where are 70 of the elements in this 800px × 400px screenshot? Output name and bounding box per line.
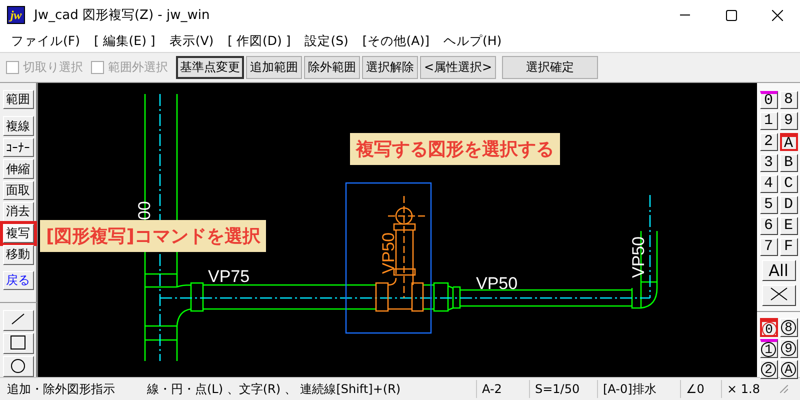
layer-button[interactable]: 8	[780, 91, 798, 109]
tool-button[interactable]: 戻る	[2, 270, 34, 290]
layer-button[interactable]: 6	[760, 217, 778, 235]
status-message: 追加・除外図形指示	[7, 380, 116, 398]
layer-button[interactable]: 4	[760, 175, 778, 193]
toolbar-button[interactable]: 除外範囲	[304, 56, 360, 79]
status-cell: × 1.8	[721, 380, 778, 398]
callout-label: [図形複写]コマンドを選択	[40, 220, 266, 252]
rectangle-icon	[9, 334, 27, 351]
layer-group-button[interactable]: 8	[780, 318, 798, 337]
tool-button[interactable]: 複線	[2, 116, 34, 136]
layer-button[interactable]: B	[780, 154, 798, 172]
menu-item[interactable]: ヘルプ(H)	[436, 32, 509, 50]
layer-button[interactable]: 1	[760, 112, 778, 130]
layer-button[interactable]: E	[780, 217, 798, 235]
pipe-label: 00	[135, 201, 154, 220]
circle-tool-button[interactable]	[2, 356, 34, 377]
layer-button[interactable]: C	[780, 175, 798, 193]
toolbar-button[interactable]: 選択確定	[502, 56, 598, 79]
maximize-icon	[726, 10, 736, 20]
layer-button[interactable]: 3	[760, 154, 778, 172]
menu-item[interactable]: ファイル(F)	[4, 32, 87, 50]
all-layers-button[interactable]: All	[762, 260, 796, 281]
layer-group-button[interactable]: A	[780, 360, 798, 379]
pipe-label: VP50	[476, 274, 518, 293]
layer-button[interactable]: 2	[760, 133, 778, 151]
layer-button[interactable]: 7	[760, 238, 778, 256]
clear-layers-button[interactable]	[762, 285, 796, 306]
layer-group-button[interactable]: 9	[780, 339, 798, 358]
layer-button[interactable]: 5	[760, 196, 778, 214]
pipe-label: VP50	[629, 236, 648, 278]
tool-button[interactable]: 伸縮	[2, 159, 34, 179]
toolbar-button[interactable]: 追加範囲	[246, 56, 302, 79]
cross-icon	[770, 287, 788, 301]
tool-button[interactable]: 移動	[2, 245, 34, 264]
menu-item[interactable]: 表示(V)	[162, 32, 221, 50]
toolbar-button[interactable]: <属性選択>	[420, 56, 496, 79]
status-hint: 線・円・点(L) 、文字(R) 、 連続線[Shift]+(R)	[147, 380, 402, 398]
toolbar-button[interactable]: 選択解除	[362, 56, 418, 79]
app-logo: jw	[7, 6, 25, 24]
resize-grip-icon	[780, 385, 788, 393]
rectangle-tool-button[interactable]	[2, 332, 34, 354]
window-title: Jw_cad 図形複写(Z) - jw_win	[34, 7, 211, 24]
circle-icon	[9, 356, 27, 374]
tool-button[interactable]: ｺｰﾅｰ	[2, 138, 34, 158]
tool-button[interactable]: 面取	[2, 180, 34, 200]
status-cell: A-2	[476, 380, 527, 398]
layer-button[interactable]: D	[780, 196, 798, 214]
tool-button[interactable]: 消去	[2, 202, 34, 222]
layer-group-button[interactable]: 1	[760, 339, 778, 358]
toolbar-button[interactable]: 基準点変更	[176, 56, 244, 79]
close-icon	[772, 10, 782, 20]
menu-item[interactable]: [ 編集(E) ]	[86, 32, 162, 50]
layer-group-button[interactable]: 2	[760, 360, 778, 379]
layer-group-button[interactable]: 0	[760, 318, 778, 337]
menu-item[interactable]: [その他(A)]	[355, 32, 436, 50]
callout-label: 複写する図形を選択する	[350, 133, 560, 165]
menu-item[interactable]: [ 作図(D) ]	[220, 32, 298, 50]
layer-button[interactable]: A	[780, 133, 798, 151]
status-cell: [A-0]排水	[597, 380, 678, 398]
status-cell: S=1/50	[529, 380, 595, 398]
pipe-label: VP50	[379, 232, 398, 274]
layer-button[interactable]: 9	[780, 112, 798, 130]
status-cell: ∠0	[680, 380, 719, 398]
pipe-label: VP75	[208, 267, 250, 286]
layer-button[interactable]: F	[780, 238, 798, 256]
line-tool-button[interactable]	[2, 310, 34, 331]
menu-item[interactable]: 設定(S)	[298, 32, 356, 50]
tool-button[interactable]: 範囲	[2, 90, 34, 110]
layer-button[interactable]: 0	[760, 91, 778, 109]
